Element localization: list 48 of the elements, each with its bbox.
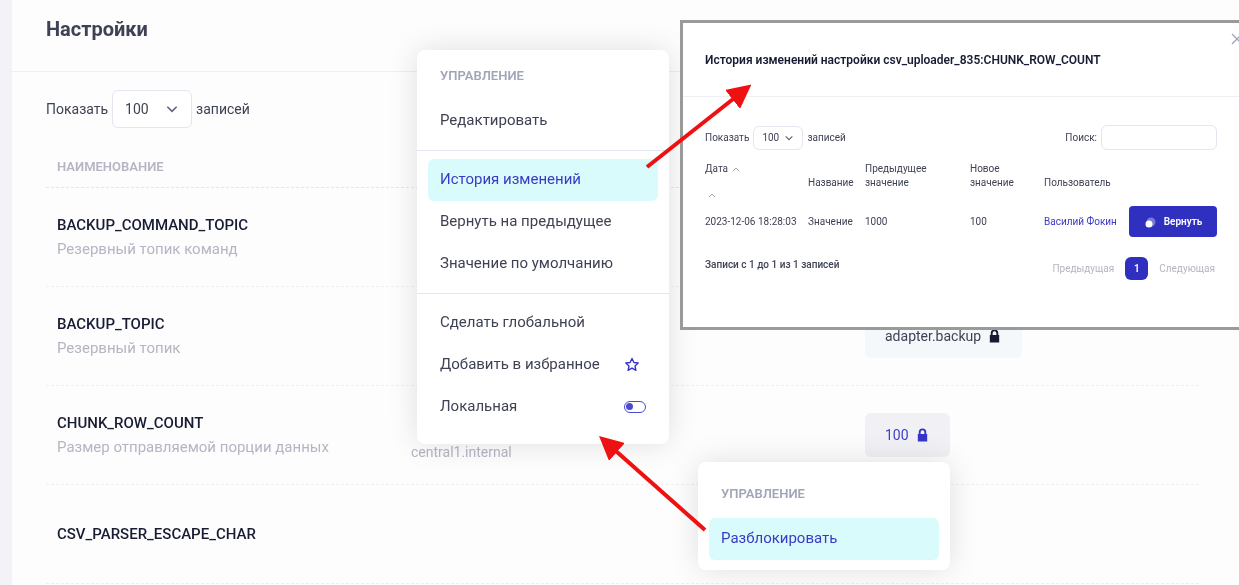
- column-header: НАИМЕНОВАНИЕ: [57, 157, 164, 176]
- menu-header: УПРАВЛЕНИЕ: [720, 485, 806, 503]
- setting-description: Размер отправляемой порции данных: [57, 437, 330, 458]
- menu-item[interactable]: Редактировать: [428, 99, 658, 142]
- toggle-icon: [1143, 215, 1156, 228]
- sort-up-icon[interactable]: [732, 165, 741, 173]
- setting-host: central1.internal: [411, 442, 513, 462]
- show-label: Показать: [46, 99, 109, 119]
- show-label: Показать: [705, 131, 750, 145]
- column-header[interactable]: Название: [808, 176, 857, 190]
- menu-item[interactable]: Разблокировать: [709, 517, 939, 560]
- modal-title: История изменений настройки csv_uploader_835:CHUNK_ROW_COUNT: [705, 51, 1101, 69]
- setting-name: CSV_PARSER_ESCAPE_CHAR: [57, 523, 257, 545]
- menu-item[interactable]: Вернуть на предыдущее: [428, 200, 658, 243]
- search-field[interactable]: [1101, 125, 1217, 150]
- sort-up-icon[interactable]: [708, 192, 716, 199]
- column-header[interactable]: Новое значение: [970, 162, 1036, 190]
- search-label: Поиск:: [1065, 131, 1097, 145]
- column-header[interactable]: Дата: [705, 162, 729, 176]
- menu-item[interactable]: Значение по умолчанию: [428, 242, 658, 285]
- setting-name: BACKUP_TOPIC: [57, 313, 166, 335]
- value-pill[interactable]: 100: [865, 413, 950, 457]
- table-cell-text: 1000: [865, 215, 889, 229]
- show-suffix: записей: [196, 99, 250, 119]
- setting-name: BACKUP_COMMAND_TOPIC: [57, 214, 250, 236]
- menu-item[interactable]: Добавить в избранное: [428, 343, 658, 386]
- user-link[interactable]: Василий Фокин: [1044, 214, 1129, 229]
- page-title: Настройки: [46, 16, 148, 43]
- column-header[interactable]: Пользователь: [1044, 176, 1121, 190]
- setting-description: Резервный топик: [57, 338, 182, 359]
- table-cell-text: Значение: [808, 215, 854, 229]
- column-header[interactable]: Предыдущее значение: [865, 162, 962, 190]
- menu-item[interactable]: Локальная: [428, 385, 658, 428]
- setting-name: CHUNK_ROW_COUNT: [57, 412, 205, 434]
- menu-item[interactable]: История изменений: [428, 158, 658, 201]
- toggle-switch[interactable]: [624, 400, 646, 413]
- page-button[interactable]: 1: [1125, 257, 1149, 280]
- page-size-select[interactable]: 100: [753, 125, 804, 150]
- menu-header: УПРАВЛЕНИЕ: [439, 67, 525, 85]
- table-cell-text: 2023-12-06 18:28:03: [705, 215, 798, 229]
- records-info: Записи с 1 до 1 из 1 записей: [705, 258, 840, 272]
- show-suffix: записей: [807, 131, 846, 145]
- table-cell-text: 100: [970, 215, 988, 229]
- revert-button[interactable]: Вернуть: [1129, 206, 1217, 237]
- page-size-select[interactable]: 100: [112, 90, 193, 128]
- setting-description: Резервный топик команд: [57, 239, 239, 260]
- menu-item[interactable]: Сделать глобальной: [428, 301, 658, 344]
- star-icon[interactable]: [624, 356, 640, 373]
